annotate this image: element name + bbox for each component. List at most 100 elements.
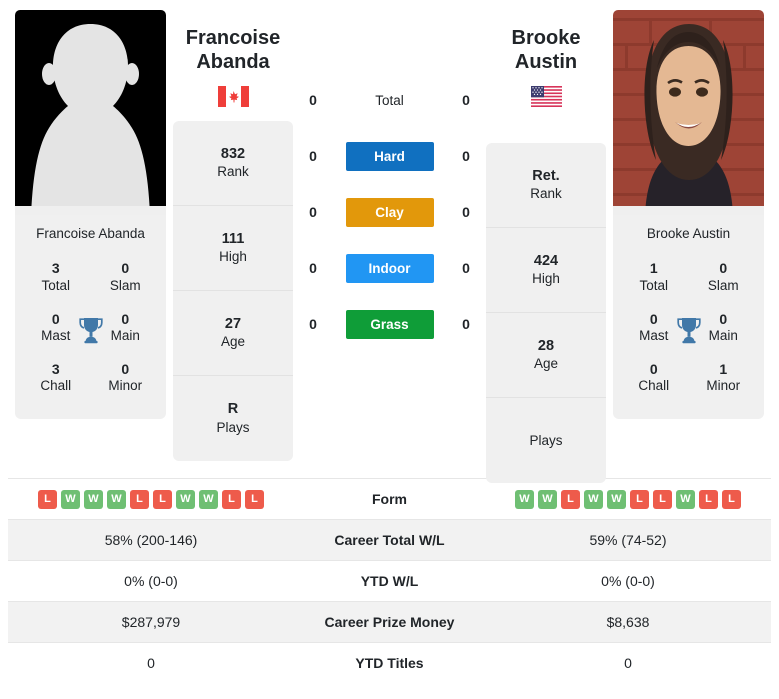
left-career-prize-money: $287,979: [8, 601, 294, 643]
form-badge-win[interactable]: W: [176, 489, 195, 509]
right-high-value: 424: [533, 252, 559, 269]
left-rank-card: 832 Rank 111 High 27 Age R Plays: [173, 120, 293, 461]
h2h-total-left-score: 0: [309, 92, 317, 108]
form-badge-loss[interactable]: L: [630, 489, 649, 509]
row-label-career-prize-money: Career Prize Money: [294, 601, 485, 643]
right-age-cell: 28 Age: [486, 313, 606, 398]
left-player-name: Francoise Abanda: [36, 226, 145, 241]
form-badge-loss[interactable]: L: [561, 489, 580, 509]
form-badge-win[interactable]: W: [584, 489, 603, 509]
trophy-icon: [676, 316, 702, 344]
form-badge-win[interactable]: W: [199, 489, 218, 509]
form-badge-loss[interactable]: L: [722, 489, 741, 509]
left-high-cell: 111 High: [173, 206, 293, 291]
row-label-career-total-wl: Career Total W/L: [294, 519, 485, 561]
right-title-slam-value: 0: [719, 260, 728, 277]
left-player-column: Francoise Abanda 3 Total 0 Slam 0 Mast 0…: [8, 10, 173, 420]
right-title-slam: 0 Slam: [689, 254, 759, 304]
form-badge-loss[interactable]: L: [653, 489, 672, 509]
right-title-minor: 1 Minor: [689, 355, 759, 405]
table-row-career-total-wl: 58% (200-146) Career Total W/L 59% (74-5…: [8, 519, 771, 561]
left-high-label: High: [219, 249, 247, 265]
right-title-slam-label: Slam: [707, 277, 739, 293]
right-high-cell: 424 High: [486, 228, 606, 313]
left-title-minor-label: Minor: [108, 378, 143, 394]
h2h-row-clay: 0 Clay 0: [293, 184, 486, 240]
left-form-cell: LWWWLLWWLL: [8, 478, 294, 520]
right-first-name: Brooke: [511, 27, 581, 49]
h2h-surfaces-column: 0 Total 0 0 Hard 0 0 Clay 0 0 Indoor 0 0: [293, 10, 486, 352]
left-title-total: 3 Total: [21, 254, 91, 304]
form-badge-loss[interactable]: L: [153, 489, 172, 509]
right-player-info-panel: Brooke Austin 1 Total 0 Slam 0 Mast 0 Ma…: [613, 215, 764, 420]
left-title-total-label: Total: [41, 277, 71, 293]
left-high-value: 111: [221, 230, 245, 247]
table-row-career-prize-money: $287,979 Career Prize Money $8,638: [8, 601, 771, 643]
right-rank-column: Brooke Austin Ret. Rank 424 High 28 Age …: [486, 10, 606, 483]
right-plays-label: Plays: [529, 432, 563, 448]
form-badge-loss[interactable]: L: [130, 489, 149, 509]
form-badge-loss[interactable]: L: [699, 489, 718, 509]
player-portrait-image: [613, 10, 764, 215]
left-ytd-titles: 0: [8, 642, 294, 684]
left-form-strip: LWWWLLWWLL: [8, 489, 294, 509]
h2h-hard-left-score: 0: [309, 148, 317, 164]
form-badge-win[interactable]: W: [84, 489, 103, 509]
h2h-grass-label: Grass: [345, 309, 434, 339]
right-title-minor-label: Minor: [706, 378, 741, 394]
right-player-photo[interactable]: [613, 10, 764, 215]
left-title-minor: 0 Minor: [91, 355, 161, 405]
table-row-ytd-titles: 0 YTD Titles 0: [8, 642, 771, 684]
right-form-cell: WWLWWLLWLL: [485, 478, 771, 520]
h2h-hard-right-score: 0: [462, 148, 470, 164]
h2h-row-total: 0 Total 0: [293, 72, 486, 128]
h2h-total-label: Total: [375, 92, 404, 108]
right-career-prize-money: $8,638: [485, 601, 771, 643]
right-title-total-value: 1: [649, 260, 658, 277]
form-badge-win[interactable]: W: [538, 489, 557, 509]
left-age-label: Age: [220, 334, 246, 350]
right-age-label: Age: [533, 356, 559, 372]
right-ytd-titles: 0: [485, 642, 771, 684]
left-rank-label: Rank: [217, 164, 249, 180]
right-player-column: Brooke Austin 1 Total 0 Slam 0 Mast 0 Ma…: [606, 10, 771, 420]
form-badge-loss[interactable]: L: [222, 489, 241, 509]
right-title-chall: 0 Chall: [619, 355, 689, 405]
left-title-slam-value: 0: [121, 260, 130, 277]
left-title-slam-label: Slam: [109, 277, 141, 293]
left-last-name: Abanda: [196, 51, 270, 74]
form-badge-win[interactable]: W: [107, 489, 126, 509]
trophy-icon: [78, 316, 104, 344]
h2h-clay-label: Clay: [345, 197, 434, 227]
row-label-ytd-wl: YTD W/L: [294, 560, 485, 602]
form-badge-win[interactable]: W: [607, 489, 626, 509]
left-player-photo[interactable]: [15, 10, 166, 215]
right-plays-cell: Plays: [486, 398, 606, 483]
left-player-headline-name: Francoise Abanda: [173, 26, 293, 75]
form-badge-win[interactable]: W: [515, 489, 534, 509]
right-career-total-wl: 59% (74-52): [485, 519, 771, 561]
h2h-row-hard: 0 Hard 0: [293, 128, 486, 184]
left-title-chall-value: 3: [51, 360, 60, 377]
comparison-stats-table: LWWWLLWWLL Form WWLWWLLWLL 58% (200-146)…: [8, 478, 771, 684]
flag-usa-icon: [530, 85, 562, 107]
left-title-slam: 0 Slam: [91, 254, 161, 304]
right-title-chall-label: Chall: [638, 378, 670, 394]
left-plays-cell: R Plays: [173, 376, 293, 461]
right-flag-wrap: [486, 75, 606, 121]
form-badge-loss[interactable]: L: [245, 489, 264, 509]
right-rank-label: Rank: [530, 186, 562, 202]
h2h-indoor-right-score: 0: [462, 260, 470, 276]
right-title-chall-value: 0: [649, 360, 658, 377]
right-player-name: Brooke Austin: [646, 226, 731, 241]
h2h-row-indoor: 0 Indoor 0: [293, 240, 486, 296]
form-badge-win[interactable]: W: [676, 489, 695, 509]
right-age-value: 28: [537, 337, 555, 354]
left-player-info-panel: Francoise Abanda 3 Total 0 Slam 0 Mast 0…: [15, 215, 166, 420]
right-title-minor-value: 1: [719, 360, 728, 377]
right-rank-value: Ret.: [532, 167, 560, 184]
right-ytd-wl: 0% (0-0): [485, 560, 771, 602]
form-badge-loss[interactable]: L: [38, 489, 57, 509]
form-badge-win[interactable]: W: [61, 489, 80, 509]
left-plays-label: Plays: [216, 419, 250, 435]
